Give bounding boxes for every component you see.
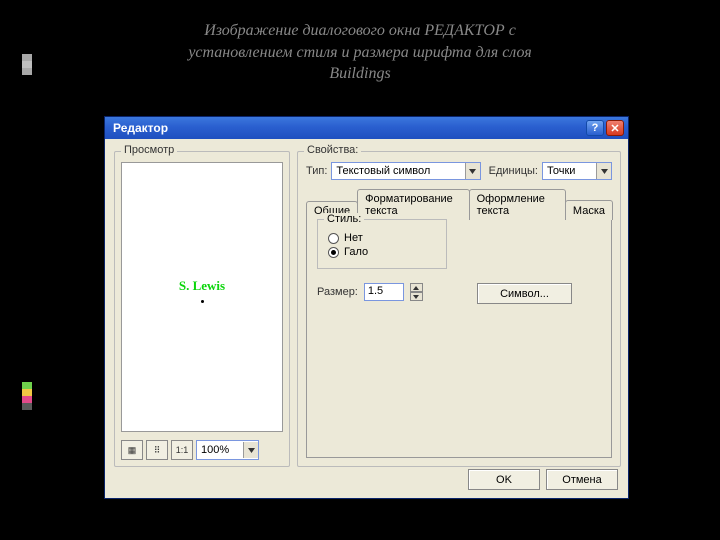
preview-sample-dot: [201, 300, 204, 303]
close-icon: ✕: [610, 122, 619, 135]
grid4-icon: ▦: [128, 445, 137, 456]
tab-mask[interactable]: Маска: [565, 200, 613, 220]
properties-group: Свойства: Тип: Текстовый символ Единицы:…: [297, 151, 621, 467]
caption-line: Изображение диалогового окна РЕДАКТОР с: [0, 20, 720, 42]
cancel-button[interactable]: Отмена: [546, 469, 618, 490]
radio-icon: [328, 233, 339, 244]
style-legend: Стиль:: [324, 213, 364, 225]
tab-mask-body: Стиль: Нет Гало Размер: 1.5: [306, 207, 612, 458]
titlebar[interactable]: Редактор ? ✕: [105, 117, 628, 139]
radio-none[interactable]: Нет: [328, 232, 436, 244]
grid2-icon: ⠿: [154, 445, 161, 456]
type-combo[interactable]: Текстовый символ: [331, 162, 480, 180]
size-label: Размер:: [317, 286, 358, 298]
zoom-combo[interactable]: 100%: [196, 440, 259, 460]
units-combo[interactable]: Точки: [542, 162, 612, 180]
preview-toolstrip: ▦ ⠿ 1:1 100%: [121, 440, 259, 460]
radio-none-label: Нет: [344, 232, 363, 244]
zoom-extent-button[interactable]: ⠿: [146, 440, 168, 460]
radio-halo[interactable]: Гало: [328, 246, 436, 258]
dialog-buttons: OK Отмена: [468, 469, 618, 490]
preview-sample-text: S. Lewis: [179, 278, 225, 294]
zoom-fit-button[interactable]: ▦: [121, 440, 143, 460]
preview-legend: Просмотр: [121, 144, 177, 156]
editor-dialog: Редактор ? ✕ Просмотр S. Lewis ▦ ⠿ 1:1 1…: [104, 116, 629, 499]
preview-group: Просмотр S. Lewis ▦ ⠿ 1:1 100%: [114, 151, 290, 467]
size-spinner[interactable]: [410, 283, 423, 301]
chevron-down-icon: [243, 442, 258, 458]
properties-legend: Свойства:: [304, 144, 361, 156]
caption-line: Buildings: [0, 63, 720, 85]
zoom-1to1-button[interactable]: 1:1: [171, 440, 193, 460]
one-to-one-icon: 1:1: [176, 445, 189, 455]
help-icon: ?: [592, 122, 599, 134]
chevron-down-icon: [596, 163, 611, 179]
close-button[interactable]: ✕: [606, 120, 624, 136]
units-label: Единицы:: [489, 165, 538, 177]
radio-halo-label: Гало: [344, 246, 368, 258]
size-input[interactable]: 1.5: [364, 283, 404, 301]
help-button[interactable]: ?: [586, 120, 604, 136]
slide-caption: Изображение диалогового окна РЕДАКТОР с …: [0, 20, 720, 85]
spin-up-icon: [410, 283, 423, 292]
units-value: Точки: [543, 165, 596, 177]
caption-line: установлением стиля и размера шрифта для…: [0, 42, 720, 64]
style-group: Стиль: Нет Гало: [317, 219, 447, 269]
spin-down-icon: [410, 292, 423, 301]
radio-icon: [328, 247, 339, 258]
zoom-value: 100%: [197, 444, 243, 456]
ok-button[interactable]: OK: [468, 469, 540, 490]
slide-accent-bottom: [22, 382, 32, 410]
type-value: Текстовый символ: [332, 165, 464, 177]
symbol-button[interactable]: Символ...: [477, 283, 572, 304]
type-label: Тип:: [306, 165, 327, 177]
preview-canvas: S. Lewis: [121, 162, 283, 432]
dialog-title: Редактор: [113, 121, 168, 135]
chevron-down-icon: [465, 163, 480, 179]
